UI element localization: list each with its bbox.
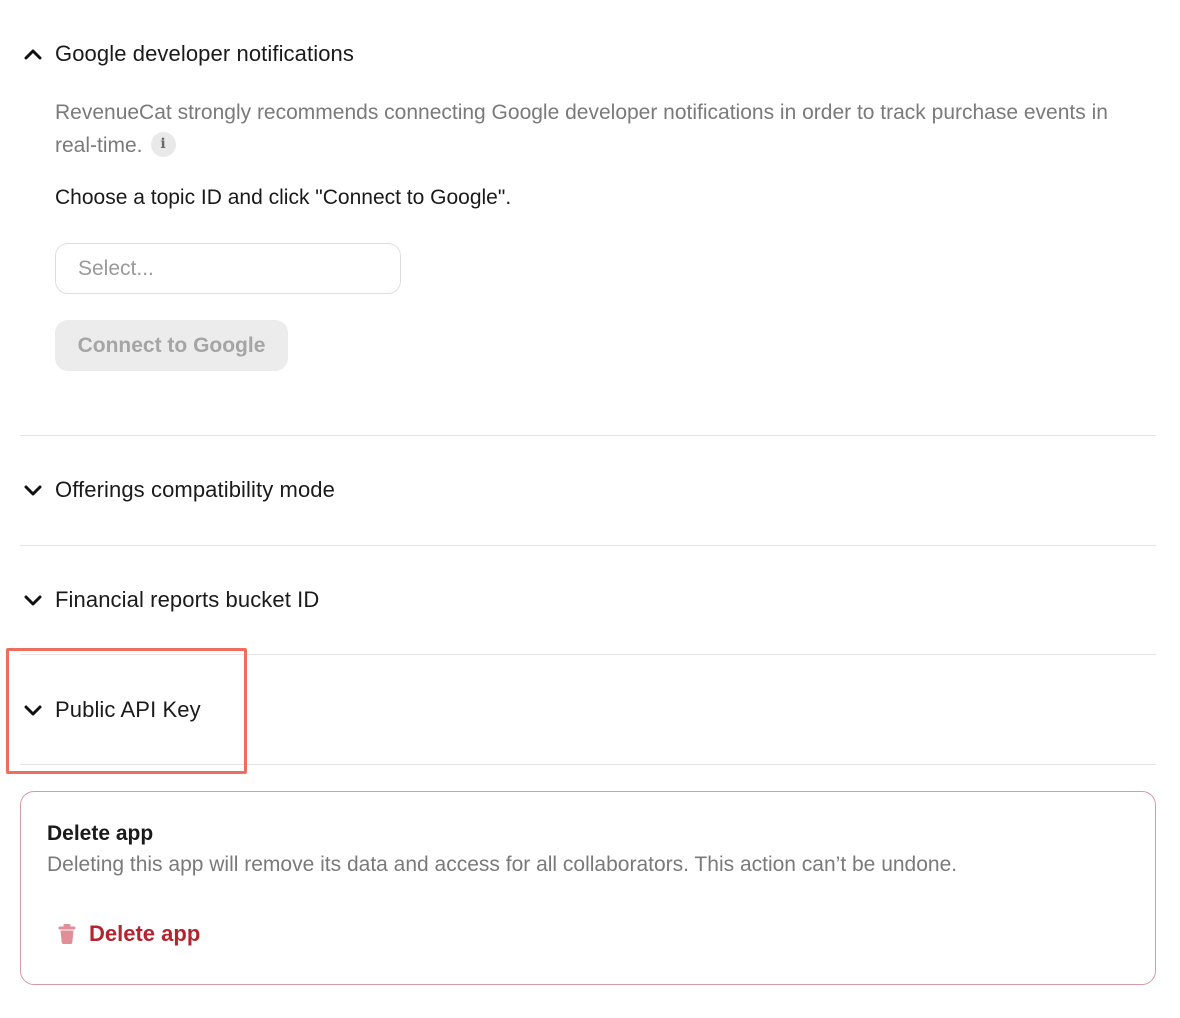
delete-app-description: Deleting this app will remove its data a… [47, 853, 958, 876]
section-title: Public API Key [55, 697, 201, 722]
delete-app-button[interactable]: Delete app [57, 916, 200, 952]
divider [20, 764, 1156, 765]
connect-to-google-button[interactable]: Connect to Google [55, 320, 288, 371]
divider [20, 545, 1156, 546]
chevron-up-icon [20, 41, 46, 67]
app-settings-page: Google developer notifications RevenueCa… [0, 0, 1180, 1018]
section-offerings-header[interactable]: Offerings compatibility mode [20, 470, 335, 510]
section-title: Financial reports bucket ID [55, 587, 320, 612]
chevron-down-icon [20, 697, 46, 723]
section-financial-header[interactable]: Financial reports bucket ID [20, 580, 319, 620]
delete-app-button-label: Delete app [89, 921, 201, 946]
divider [20, 654, 1156, 655]
topic-id-select[interactable] [55, 243, 401, 294]
chevron-down-icon [20, 477, 46, 503]
topic-instruction: Choose a topic ID and click "Connect to … [55, 186, 512, 209]
section-title: Google developer notifications [55, 41, 354, 66]
section-public-api-header[interactable]: Public API Key [20, 690, 201, 730]
info-icon[interactable]: i [150, 131, 176, 157]
delete-app-title: Delete app [47, 822, 154, 845]
section-google-notifications-header[interactable]: Google developer notifications [20, 34, 354, 74]
delete-app-card: Delete app Deleting this app will remove… [20, 791, 1156, 985]
divider [20, 435, 1156, 436]
trash-icon [57, 922, 81, 946]
google-notifications-description: RevenueCat strongly recommends connectin… [55, 101, 1108, 157]
chevron-down-icon [20, 587, 46, 613]
section-title: Offerings compatibility mode [55, 477, 335, 502]
